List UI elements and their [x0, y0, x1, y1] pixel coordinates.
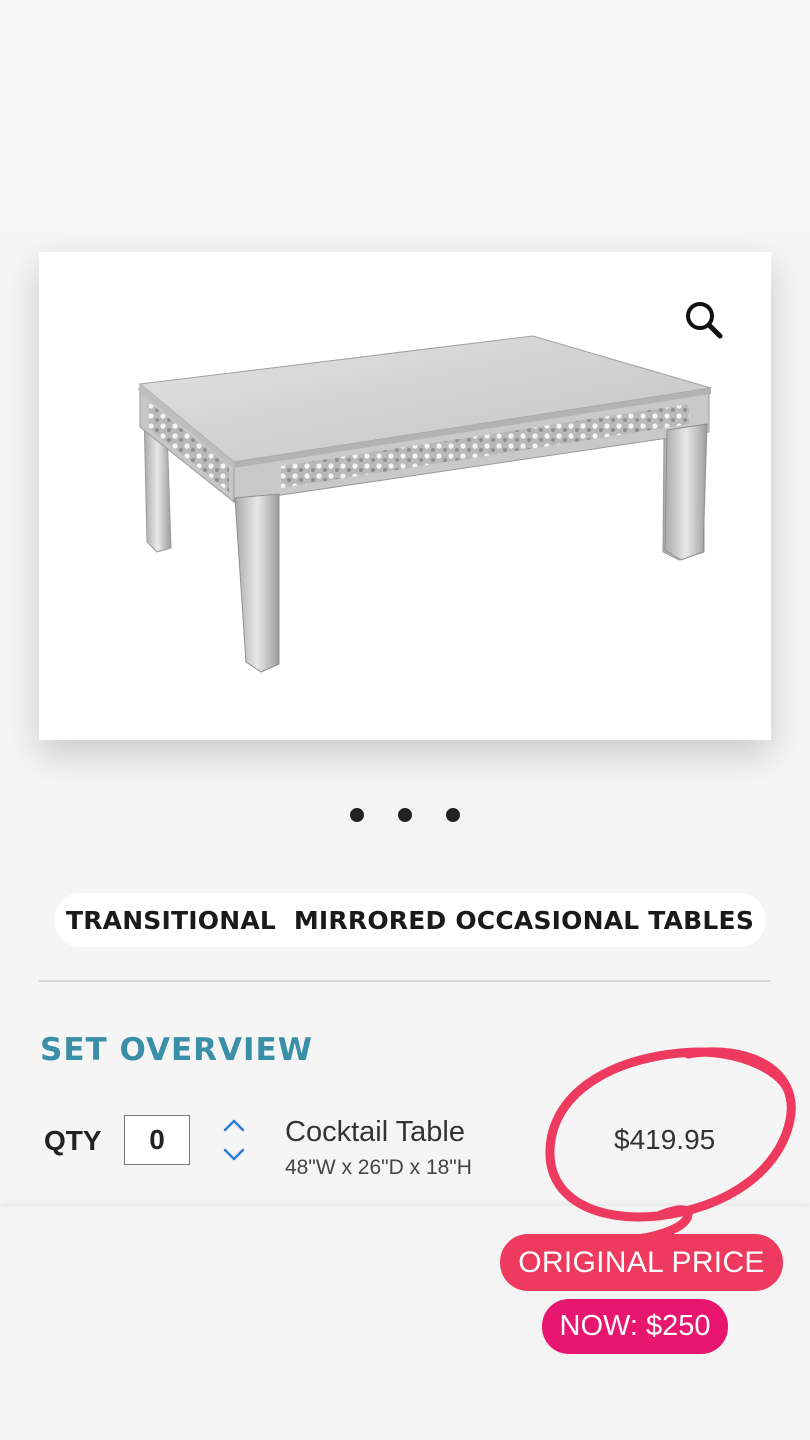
item-price: $419.95 [614, 1124, 716, 1155]
chevron-up-icon[interactable] [220, 1116, 248, 1136]
carousel-dots [350, 806, 460, 824]
original-price-badge: ORIGINAL PRICE [500, 1234, 783, 1291]
carousel-dot-3[interactable] [446, 808, 460, 822]
now-price-badge: NOW: $250 [542, 1299, 728, 1354]
carousel-dot-2[interactable] [398, 808, 412, 822]
top-blank-area [0, 0, 810, 232]
zoom-button[interactable] [680, 296, 726, 342]
product-image [138, 335, 712, 673]
chevron-down-icon[interactable] [220, 1144, 248, 1164]
divider [39, 980, 771, 982]
qty-label: QTY [44, 1125, 102, 1156]
product-image-card[interactable] [39, 252, 771, 740]
set-overview-heading: SET OVERVIEW [40, 1032, 313, 1068]
item-dimensions: 48"W x 26"D x 18"H [285, 1156, 472, 1179]
item-name: Cocktail Table [285, 1116, 466, 1148]
qty-input[interactable] [124, 1115, 190, 1165]
carousel-dot-1[interactable] [350, 808, 364, 822]
magnifier-icon [686, 302, 723, 339]
product-title: TRANSITIONAL MIRRORED OCCASIONAL TABLES [54, 893, 766, 947]
quantity-stepper [220, 1116, 248, 1166]
